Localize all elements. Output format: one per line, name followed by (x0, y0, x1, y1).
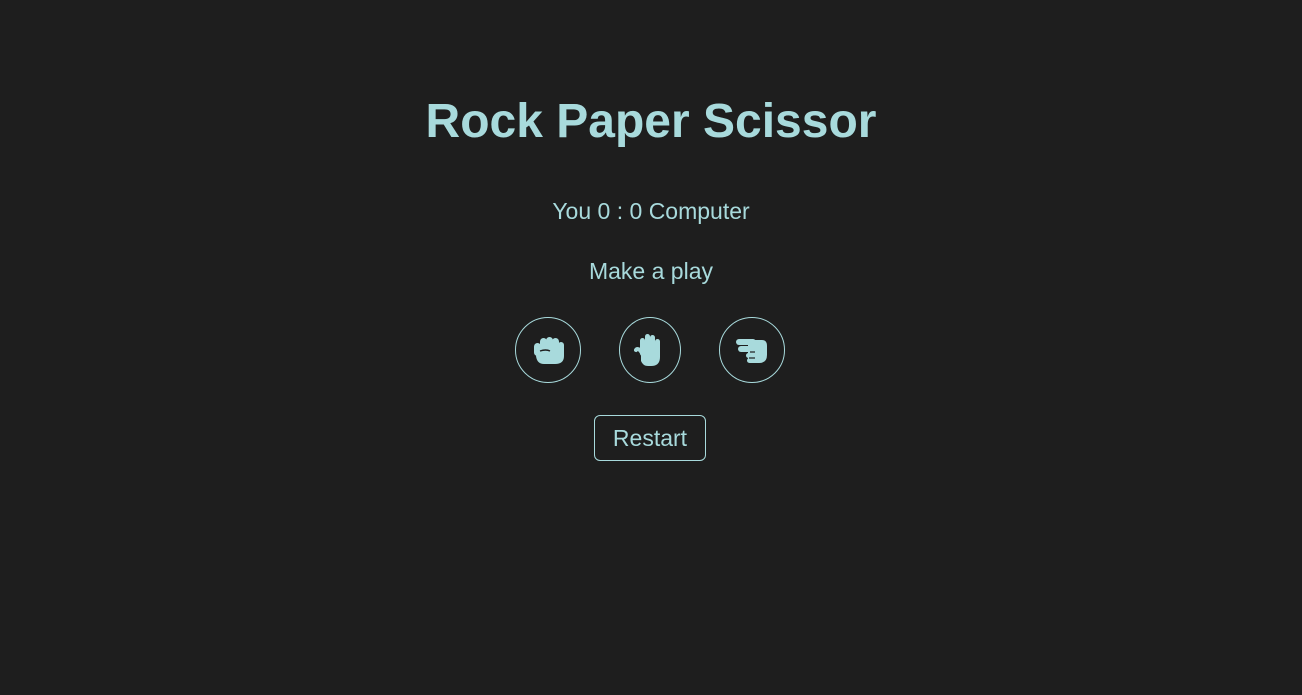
page-title: Rock Paper Scissor (425, 95, 877, 148)
computer-score: 0 (629, 198, 643, 224)
hand-scissors-icon (736, 339, 767, 363)
player-label: You (552, 198, 592, 224)
player-score: 0 (597, 198, 611, 224)
rock-button[interactable] (515, 317, 581, 383)
hand-paper-icon (634, 334, 660, 366)
restart-button[interactable]: Restart (594, 415, 706, 461)
computer-label: Computer (648, 198, 750, 224)
scoreboard: You 0 : 0 Computer (0, 198, 1302, 224)
scissors-button[interactable] (719, 317, 785, 383)
hand-rock-icon (534, 337, 564, 364)
paper-button[interactable] (619, 317, 681, 383)
status-message: Make a play (588, 258, 713, 284)
